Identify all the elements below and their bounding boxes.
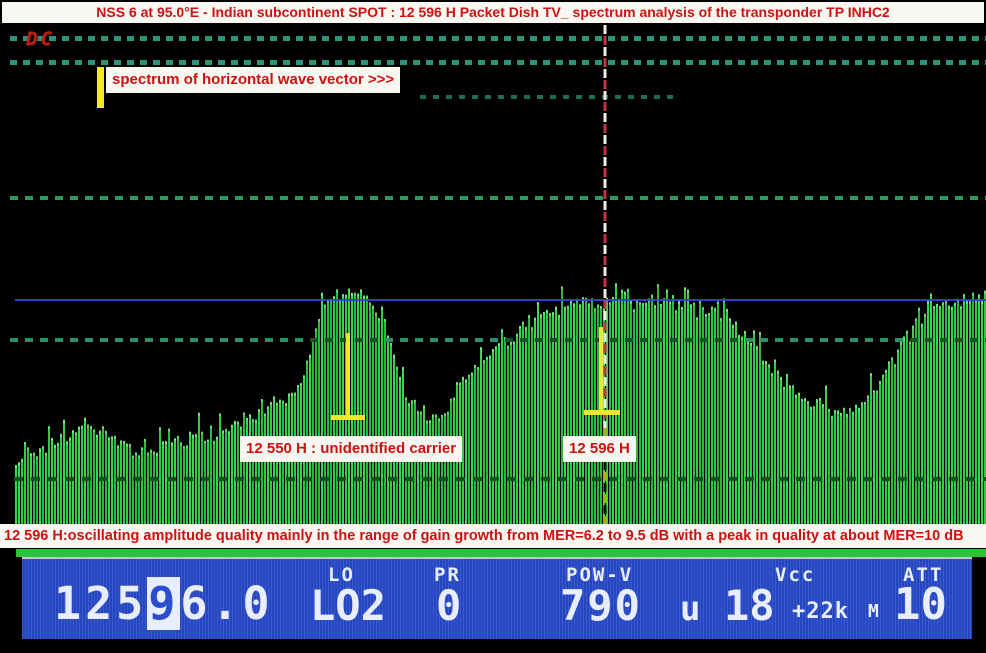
dc-indicator: DC xyxy=(26,28,55,50)
annotation-wave-vector: spectrum of horizontal wave vector >>> xyxy=(106,67,400,93)
panel-green-strip xyxy=(16,549,986,557)
voltage-value: 18 xyxy=(724,581,775,630)
yellow-pointer-bar xyxy=(97,67,104,108)
frequency-readout: 12596.0 xyxy=(54,577,274,630)
page-title: NSS 6 at 95.0°E - Indian subcontinent SP… xyxy=(2,2,984,23)
tone-22k-value: +22k xyxy=(792,599,849,624)
annotation-carrier-12550: 12 550 H : unidentified carrier xyxy=(240,436,462,462)
receiver-readout-panel: 12596.0 LO LO2 PR 0 POW-V 790 u 18 +22k … xyxy=(22,557,972,639)
annotation-mer-note: 12 596 H:oscillating amplitude quality m… xyxy=(0,524,986,548)
pr-value: 0 xyxy=(436,581,461,630)
spectrum-analyzer-photo: NSS 6 at 95.0°E - Indian subcontinent SP… xyxy=(0,0,986,653)
frequency-cursor-digit: 9 xyxy=(147,577,180,630)
frequency-suffix: 6.0 xyxy=(180,577,273,630)
unit-u: u xyxy=(680,589,700,629)
vcc-label: Vcc xyxy=(775,564,815,586)
att-label: ATT xyxy=(903,564,943,586)
frequency-prefix: 125 xyxy=(54,577,147,630)
lo-value: LO2 xyxy=(310,581,386,630)
att-value: 10 xyxy=(894,579,947,630)
annotation-carrier-12596: 12 596 H xyxy=(563,436,636,462)
m-indicator: M xyxy=(868,601,879,622)
powv-value: 790 xyxy=(560,581,642,630)
